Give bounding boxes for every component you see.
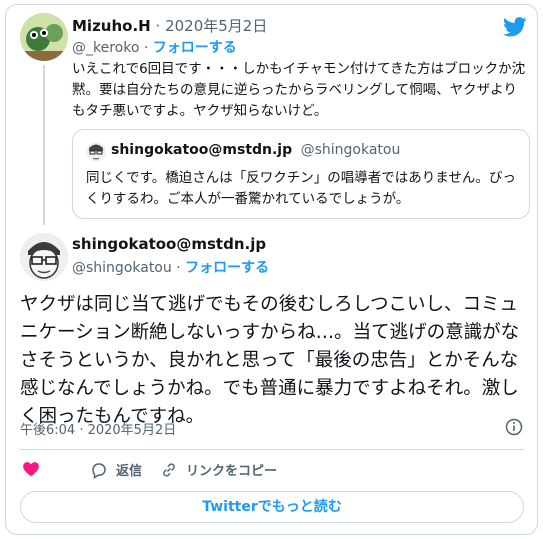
follow-button[interactable]: フォローする (185, 260, 269, 276)
avatar[interactable] (20, 233, 68, 281)
reply-label: 返信 (116, 464, 143, 479)
parent-handle-row: @_keroko · フォローする (72, 37, 237, 57)
avatar[interactable] (20, 13, 68, 61)
author-name: shingokatoo@mstdn.jp (111, 142, 293, 158)
copy-link-label: リンクをコピー (186, 464, 278, 479)
separator: · (176, 260, 181, 276)
tweet-date[interactable]: 2020年5月2日 (165, 17, 267, 35)
separator: · (155, 17, 161, 35)
link-icon (163, 462, 175, 477)
quoted-author: shingokatoo@mstdn.jp @shingokatou (111, 142, 400, 158)
main-handle-row: @shingokatou · フォローする (72, 257, 269, 277)
separator: · (143, 40, 149, 56)
author-handle[interactable]: @_keroko (72, 40, 139, 56)
author-name[interactable]: Mizuho.H (72, 17, 151, 35)
quoted-tweet[interactable]: shingokatoo@mstdn.jp @shingokatou 同じくです。… (72, 129, 530, 219)
twitter-bird-icon[interactable] (503, 17, 527, 37)
author-name[interactable]: shingokatoo@mstdn.jp (72, 235, 266, 253)
parent-tweet-text: いえこれで6回目です・・・しかもイチャモン付けてきた方はブロックか沈黙。要は自分… (72, 61, 526, 119)
tweet-timestamp[interactable]: 午後6:04 · 2020年5月2日 (20, 419, 176, 438)
reply-icon (92, 462, 106, 479)
copy-link-button[interactable]: リンクをコピー (160, 460, 277, 479)
like-button[interactable] (22, 460, 40, 478)
follow-button[interactable]: フォローする (153, 40, 237, 56)
embedded-tweet-card: Mizuho.H · 2020年5月2日 @_keroko · フォローする い… (5, 4, 538, 535)
read-more-button[interactable]: Twitterでもっと読む (20, 491, 524, 523)
main-tweet-text: ヤクザは同じ当て逃げでもその後むしろしつこいし、コミュニケーション断絶しないっす… (20, 294, 520, 427)
author-handle: @shingokatou (300, 142, 401, 158)
parent-author: Mizuho.H · 2020年5月2日 (72, 15, 267, 36)
divider (20, 449, 524, 450)
info-icon[interactable] (505, 418, 523, 436)
quoted-tweet-text: 同じくです。橋迫さんは「反ワクチン」の唱導者ではありません。びっくりするわ。ご本… (86, 170, 516, 207)
reply-button[interactable]: 返信 (90, 460, 142, 479)
thread-line (43, 65, 45, 225)
author-handle[interactable]: @shingokatou (72, 260, 172, 276)
avatar (86, 142, 106, 162)
heart-icon (23, 462, 39, 477)
